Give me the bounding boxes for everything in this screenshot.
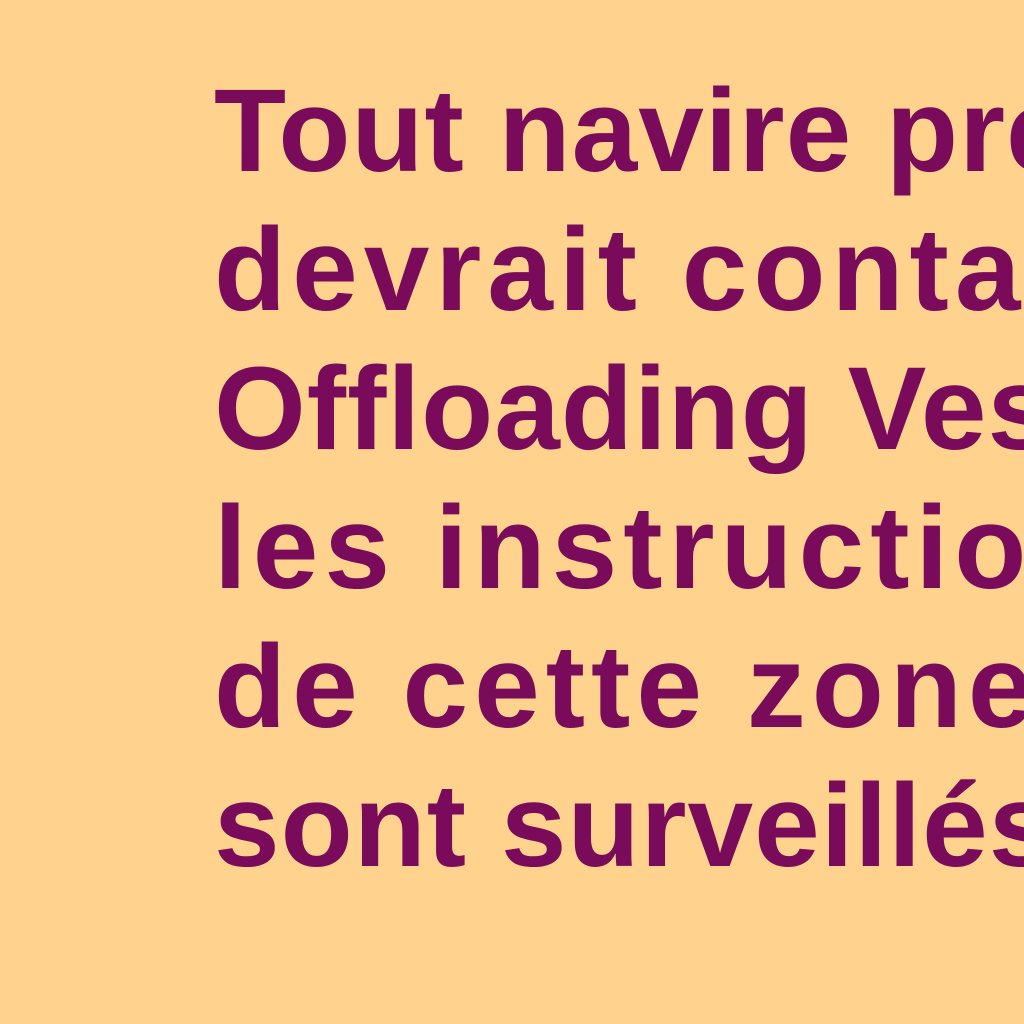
note-line-6: sont surveillés [214, 760, 1024, 892]
map-canvas: Tout navire pré devrait conta Offloading… [0, 0, 1024, 1024]
note-line-1: Tout navire pré [214, 65, 1024, 197]
map-note-text: Tout navire pré devrait conta Offloading… [214, 62, 1024, 896]
note-line-3: Offloading Vess [214, 343, 1024, 475]
note-line-4: les instructions [214, 482, 1024, 614]
note-line-2: devrait conta [214, 204, 1024, 336]
note-line-5: de cette zone. [214, 621, 1024, 753]
